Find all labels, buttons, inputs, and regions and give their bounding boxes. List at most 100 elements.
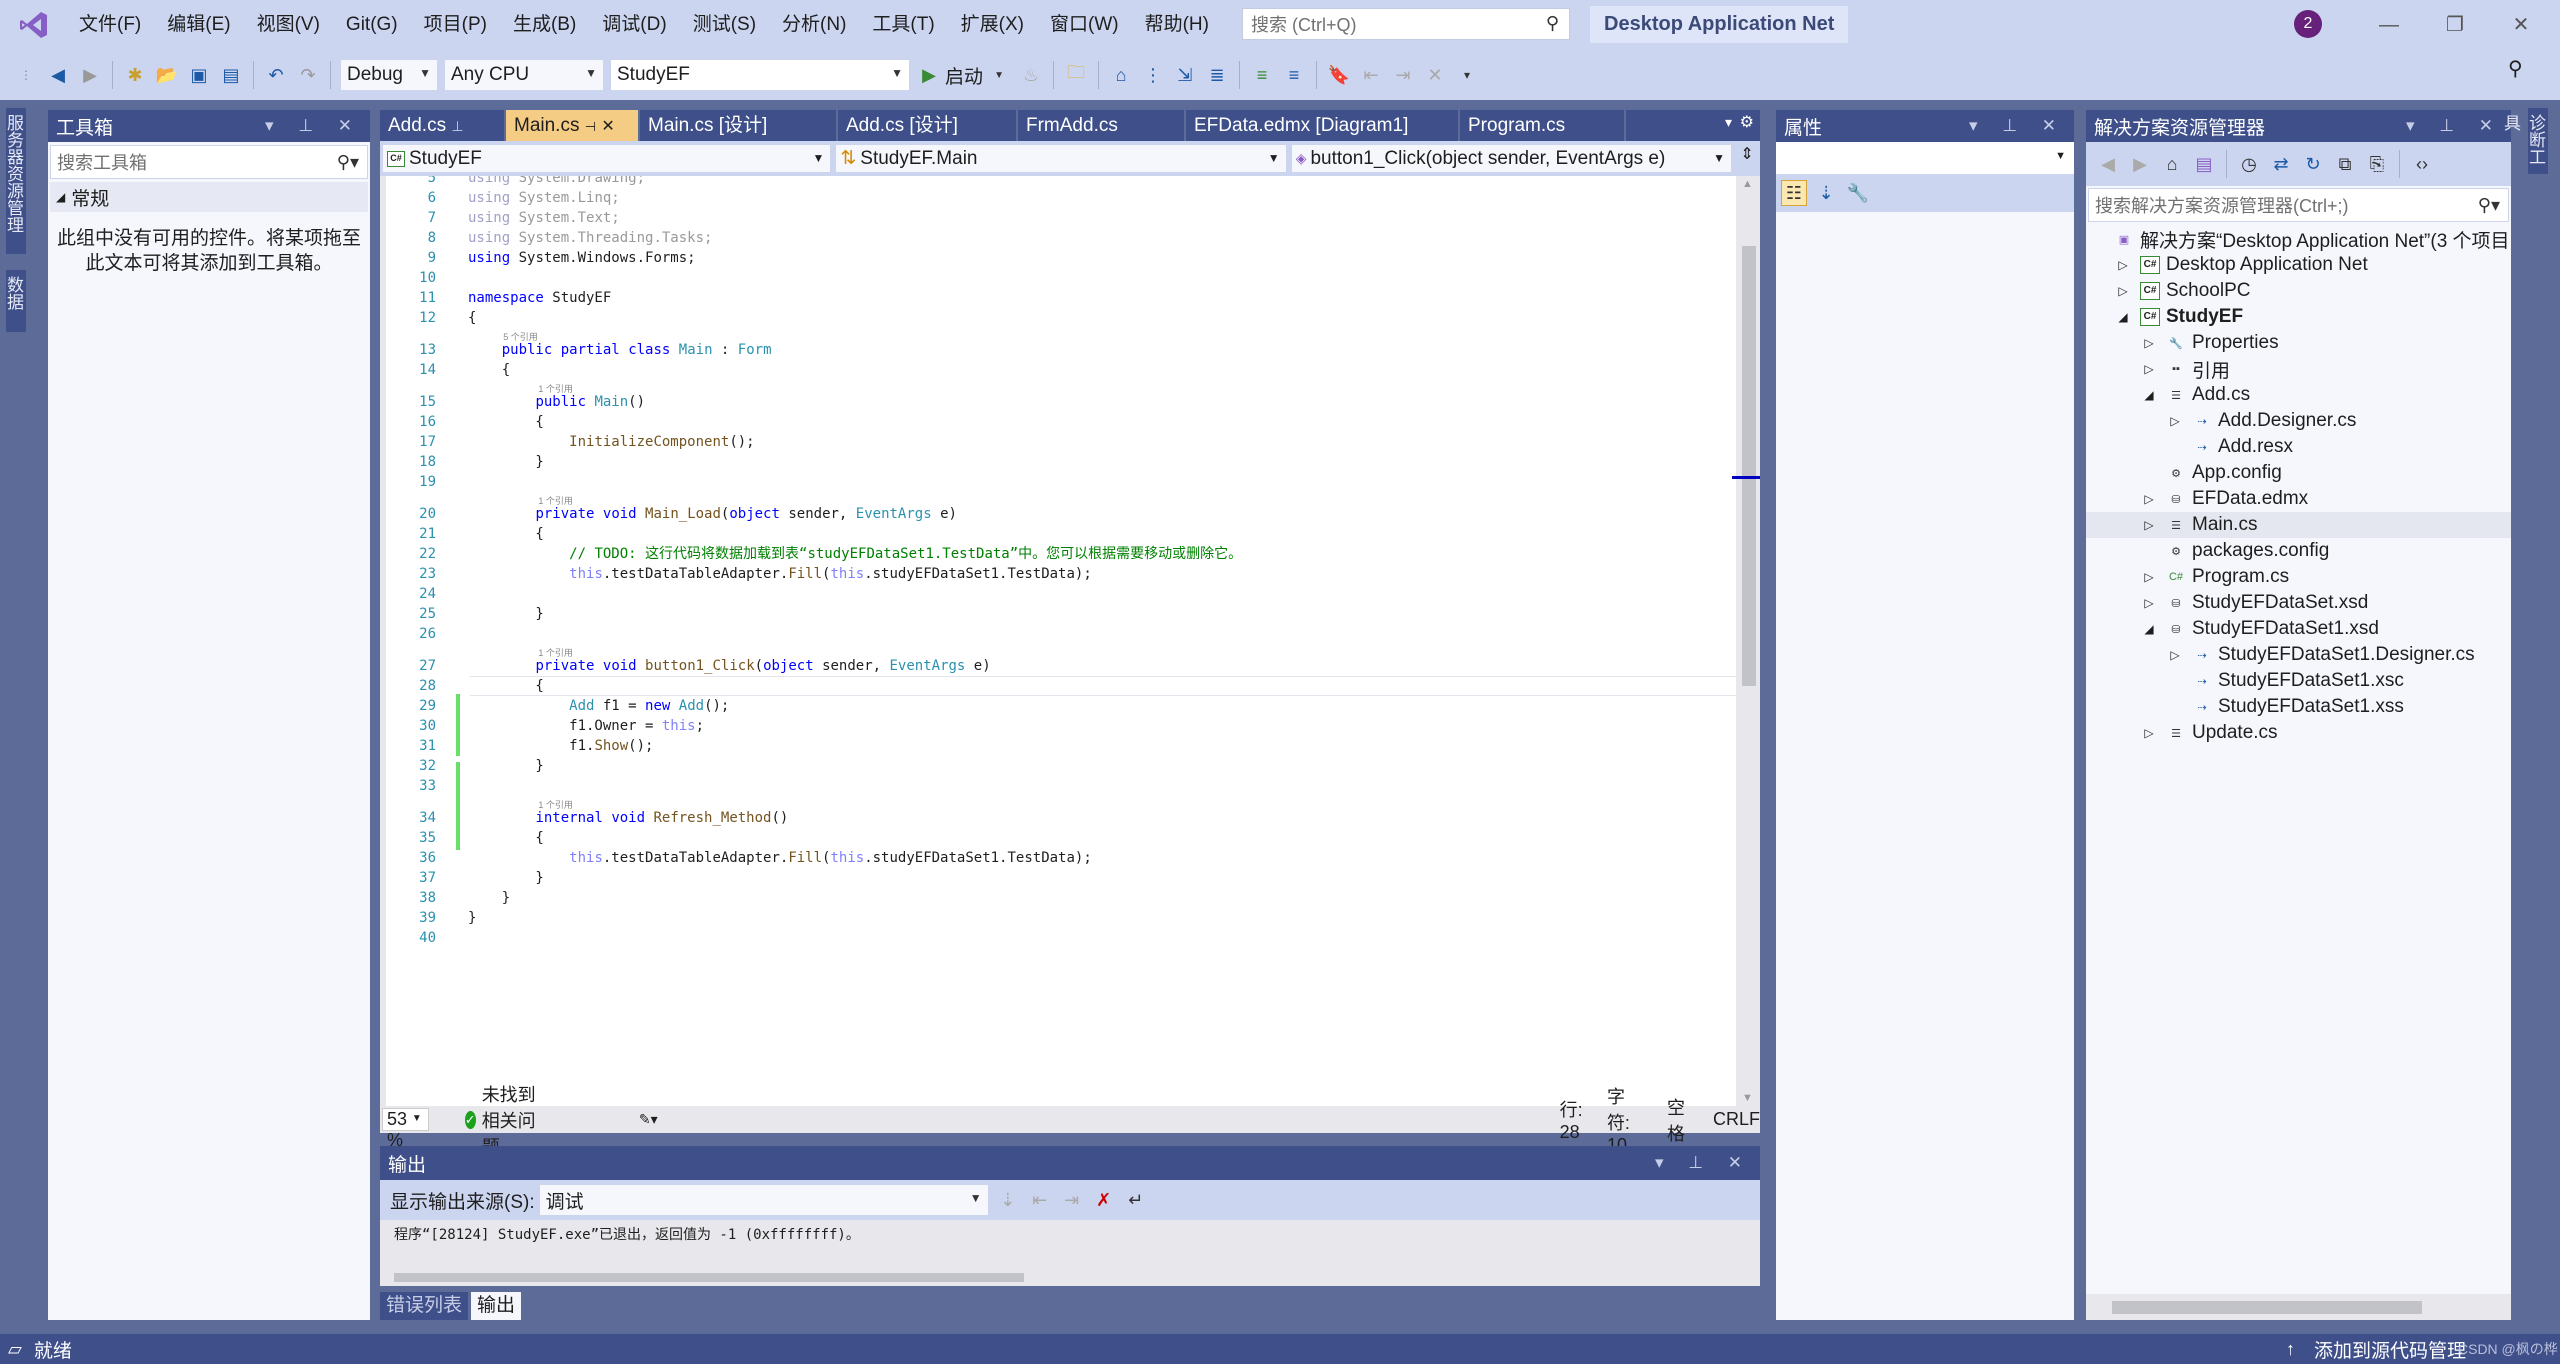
solution-horizontal-scrollbar[interactable] <box>2086 1294 2511 1320</box>
save-all-icon[interactable]: ▤ <box>218 62 244 88</box>
tree-item[interactable]: ◢ ⛁ StudyEFDataSet1.xsd <box>2086 616 2511 642</box>
tab-add-cs[interactable]: Add.cs ⊥ <box>380 110 506 141</box>
solution-explorer-search-input[interactable]: 搜索解决方案资源管理器(Ctrl+;) ⚲▾ <box>2088 188 2509 222</box>
menu-test[interactable]: 测试(S) <box>680 0 769 50</box>
collapsed-triangle-icon[interactable]: ▷ <box>2116 284 2130 298</box>
scroll-up-icon[interactable]: ▲ <box>1742 178 1753 190</box>
tab-error-list[interactable]: 错误列表 <box>380 1292 469 1320</box>
step-into-icon[interactable]: ⇲ <box>1172 62 1198 88</box>
tree-item[interactable]: ⚙ App.config <box>2086 460 2511 486</box>
sync-icon[interactable]: ⇄ <box>2268 151 2294 177</box>
refresh-icon[interactable]: ↻ <box>2300 151 2326 177</box>
collapse-all-icon[interactable]: ⧉ <box>2332 151 2358 177</box>
chevron-down-icon[interactable]: ▼ <box>986 62 1012 88</box>
line-ending-status[interactable]: CRLF <box>1713 1109 1760 1130</box>
tab-main-cs[interactable]: Main.cs ⊣ ✕ <box>506 110 640 141</box>
expanded-triangle-icon[interactable]: ◢ <box>2142 622 2156 636</box>
menu-view[interactable]: 视图(V) <box>244 0 333 50</box>
code-cleanup-icon[interactable]: ✎▾ <box>639 1111 658 1128</box>
tree-item[interactable]: ▷ ⇢ Add.Designer.cs <box>2086 408 2511 434</box>
solution-platform-select[interactable]: Any CPU ▼ <box>444 59 604 91</box>
menu-tools[interactable]: 工具(T) <box>859 0 947 50</box>
alphabetical-icon[interactable]: ⇣ <box>1813 180 1839 206</box>
tree-item[interactable]: ▷ C# Desktop Application Net <box>2086 252 2511 278</box>
tab-list-dropdown-icon[interactable]: ▾ <box>1725 114 1732 131</box>
menu-debug[interactable]: 调试(D) <box>589 0 679 50</box>
collapsed-triangle-icon[interactable]: ▷ <box>2142 492 2156 506</box>
tree-item[interactable]: ⚙ packages.config <box>2086 538 2511 564</box>
solution-configuration-select[interactable]: Debug ▼ <box>340 59 438 91</box>
menu-git[interactable]: Git(G) <box>333 0 411 50</box>
scrollbar-thumb[interactable] <box>1742 246 1756 686</box>
go-to-line-icon[interactable]: ⇣ <box>995 1187 1021 1213</box>
tree-item[interactable]: ▷ ⛁ EFData.edmx <box>2086 486 2511 512</box>
menu-window[interactable]: 窗口(W) <box>1037 0 1132 50</box>
bookmark-icon[interactable]: 🔖 <box>1326 62 1352 88</box>
whitespace-status[interactable]: 空格 <box>1667 1094 1685 1146</box>
restore-button[interactable]: ❐ <box>2440 10 2470 40</box>
pin-icon[interactable]: ⊣ <box>585 119 596 134</box>
scrollbar-thumb[interactable] <box>2112 1301 2422 1314</box>
panel-controls[interactable]: ▾ ⊥ ✕ <box>1969 110 2066 142</box>
navigate-back-icon[interactable]: ◀ <box>45 62 71 88</box>
tree-item[interactable]: ▷ 🔧 Properties <box>2086 330 2511 356</box>
tree-item[interactable]: ▣ 解决方案“Desktop Application Net”(3 个项目 <box>2086 226 2511 252</box>
new-project-icon[interactable]: ✱ <box>122 62 148 88</box>
member-dropdown[interactable]: ◈ button1_Click(object sender, EventArgs… <box>1290 144 1733 173</box>
menu-extensions[interactable]: 扩展(X) <box>948 0 1037 50</box>
panel-controls[interactable]: ▾ ⊥ ✕ <box>2406 110 2503 142</box>
tree-item[interactable]: ⇢ StudyEFDataSet1.xss <box>2086 694 2511 720</box>
show-all-files-icon[interactable]: ⎘ <box>2364 151 2390 177</box>
panel-controls[interactable]: ▾ ⊥ ✕ <box>1655 1146 1752 1180</box>
collapsed-triangle-icon[interactable]: ▷ <box>2142 336 2156 350</box>
collapsed-triangle-icon[interactable]: ▷ <box>2142 596 2156 610</box>
tree-item[interactable]: ◢ ☰ Add.cs <box>2086 382 2511 408</box>
tree-item[interactable]: ▷ ▪▪ 引用 <box>2086 356 2511 382</box>
side-tab-data-sources[interactable]: 数据源 <box>4 270 26 332</box>
menu-project[interactable]: 项目(P) <box>411 0 500 50</box>
expanded-triangle-icon[interactable]: ◢ <box>2116 310 2130 324</box>
save-icon[interactable]: ▣ <box>186 62 212 88</box>
collapsed-triangle-icon[interactable]: ▷ <box>2142 726 2156 740</box>
pin-icon[interactable]: ⊥ <box>451 118 463 134</box>
tab-frmadd-cs[interactable]: FrmAdd.cs <box>1018 110 1186 141</box>
forward-icon[interactable]: ▶ <box>2127 151 2153 177</box>
project-dropdown[interactable]: C# StudyEF ▼ <box>382 144 832 173</box>
global-search-input[interactable]: 搜索 (Ctrl+Q) ⚲ <box>1242 8 1570 40</box>
tree-item[interactable]: ▷ ☰ Update.cs <box>2086 720 2511 746</box>
tab-add-cs-designer[interactable]: Add.cs [设计] <box>838 110 1018 141</box>
editor-vertical-scrollbar[interactable]: ▲ ▼ <box>1732 176 1760 1106</box>
hot-reload-icon[interactable]: ♨ <box>1018 62 1044 88</box>
menu-analyze[interactable]: 分析(N) <box>769 0 859 50</box>
zoom-level-select[interactable]: 53 % ▼ <box>382 1108 429 1150</box>
menu-help[interactable]: 帮助(H) <box>1132 0 1222 50</box>
tree-item[interactable]: ◢ C# StudyEF <box>2086 304 2511 330</box>
code-view-icon[interactable]: ‹› <box>2409 151 2435 177</box>
back-icon[interactable]: ◀ <box>2095 151 2121 177</box>
home-icon[interactable]: ⌂ <box>2159 151 2185 177</box>
clear-all-icon[interactable]: ✗ <box>1091 1187 1117 1213</box>
add-to-source-control-button[interactable]: 添加到源代码管理 <box>2314 1336 2466 1363</box>
redo-icon[interactable]: ↷ <box>295 62 321 88</box>
tree-item[interactable]: ⇢ Add.resx <box>2086 434 2511 460</box>
previous-bookmark-icon[interactable]: ⇤ <box>1358 62 1384 88</box>
tree-item[interactable]: ▷ C# SchoolPC <box>2086 278 2511 304</box>
tab-main-cs-designer[interactable]: Main.cs [设计] <box>640 110 838 141</box>
collapsed-triangle-icon[interactable]: ▷ <box>2116 258 2130 272</box>
collapsed-triangle-icon[interactable]: ▷ <box>2142 570 2156 584</box>
close-window-button[interactable]: ✕ <box>2506 10 2536 40</box>
close-tab-icon[interactable]: ✕ <box>601 118 614 135</box>
start-play-icon[interactable]: ▶ <box>916 62 942 88</box>
side-tab-server-explorer[interactable]: 服务器资源管理器 <box>4 108 26 254</box>
next-message-icon[interactable]: ⇥ <box>1059 1187 1085 1213</box>
tree-item[interactable]: ⇢ StudyEFDataSet1.xsc <box>2086 668 2511 694</box>
tab-output[interactable]: 输出 <box>471 1292 522 1320</box>
type-dropdown[interactable]: ⇅ StudyEF.Main ▼ <box>835 144 1287 173</box>
toolbar-customize-icon[interactable]: ▾ <box>1454 62 1480 88</box>
output-source-select[interactable]: 调试 ▼ <box>538 1184 989 1216</box>
menu-build[interactable]: 生成(B) <box>500 0 589 50</box>
line-number-status[interactable]: 行: 28 <box>1560 1096 1583 1143</box>
clear-bookmarks-icon[interactable]: ✕ <box>1422 62 1448 88</box>
toolbar-overflow-icon[interactable]: ⋮ <box>1140 62 1166 88</box>
previous-message-icon[interactable]: ⇤ <box>1027 1187 1053 1213</box>
